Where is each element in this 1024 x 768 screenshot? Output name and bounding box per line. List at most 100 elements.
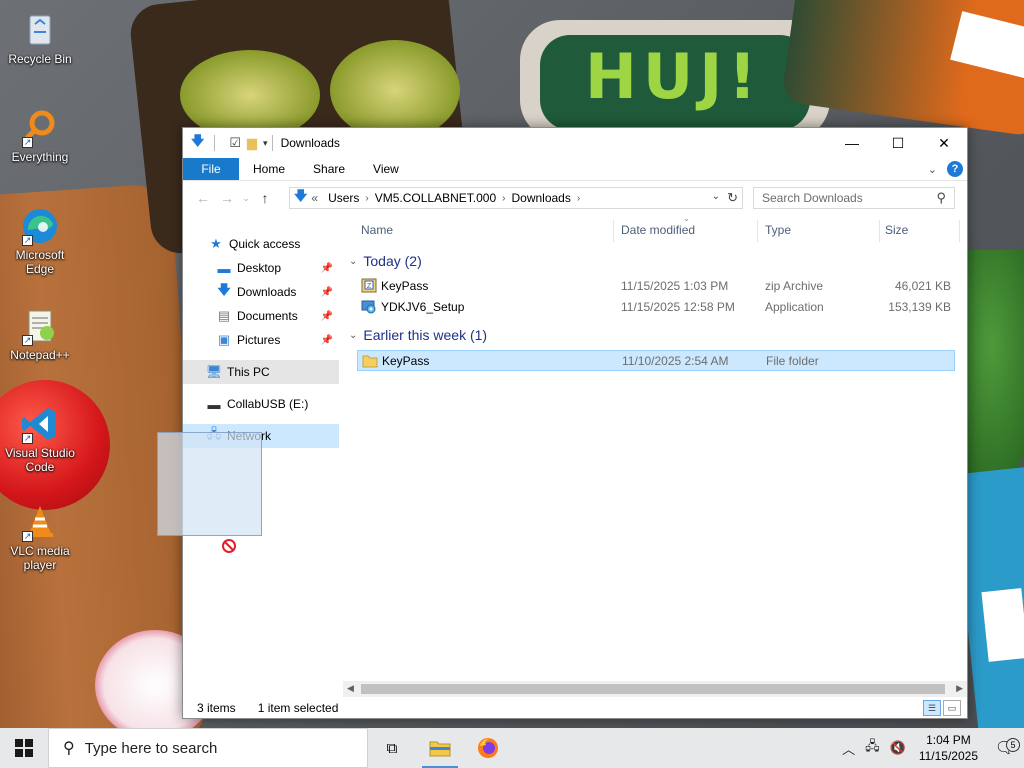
file-row-selected[interactable]: KeyPass 11/10/2025 2:54 AM File folder: [357, 350, 955, 371]
title-bar[interactable]: 🡇 ☑ ▆ ▾ Downloads — ☐ ✕: [183, 128, 967, 158]
expand-ribbon-chevron-icon[interactable]: ⌄: [928, 163, 937, 176]
pin-icon[interactable]: 📌: [321, 287, 333, 298]
computer-icon: 🖥: [205, 364, 223, 379]
wallpaper-greens: [960, 250, 1024, 490]
start-button[interactable]: [0, 728, 48, 768]
file-row[interactable]: YDKJV6_Setup 11/15/2025 12:58 PM Applica…: [357, 297, 955, 318]
file-row[interactable]: Z KeyPass 11/15/2025 1:03 PM zip Archive…: [357, 276, 955, 297]
divider: [271, 135, 273, 151]
tab-file[interactable]: File: [183, 158, 239, 180]
desktop-icon-recycle-bin[interactable]: Recycle Bin: [2, 10, 78, 66]
tab-view[interactable]: View: [359, 158, 413, 180]
help-icon[interactable]: ?: [947, 161, 963, 177]
ribbon-tab-bar: File Home Share View ⌄ ?: [183, 158, 967, 181]
forward-button[interactable]: →: [215, 190, 239, 206]
pictures-icon: ▣: [217, 332, 231, 347]
scroll-left-icon[interactable]: ◀: [347, 683, 354, 694]
pin-icon[interactable]: 📌: [321, 335, 333, 346]
breadcrumb-user-folder[interactable]: VM5.COLLABNET.000: [375, 191, 496, 205]
chevron-right-icon[interactable]: ›: [502, 193, 505, 204]
large-icons-view-icon[interactable]: ▭: [943, 700, 961, 716]
vscode-icon: ↗: [20, 404, 60, 444]
close-button[interactable]: ✕: [921, 128, 967, 158]
sidebar-item-this-pc[interactable]: 🖥 This PC: [183, 360, 339, 384]
desktop-icon-label: Notepad++: [10, 348, 70, 362]
column-header-date-modified[interactable]: Date modified: [621, 223, 695, 237]
refresh-icon[interactable]: ↻: [727, 190, 738, 206]
group-header-earlier-this-week[interactable]: ⌄ Earlier this week (1): [349, 325, 487, 345]
recent-locations-chevron-icon[interactable]: ⌄: [239, 193, 253, 204]
file-explorer-icon: [429, 741, 451, 757]
task-view-button[interactable]: ⧉: [368, 728, 416, 768]
scroll-right-icon[interactable]: ▶: [956, 683, 963, 694]
star-icon: ★: [210, 236, 222, 251]
item-count: 3 items: [197, 701, 236, 715]
customize-toolbar-chevron-icon[interactable]: ▾: [263, 138, 268, 149]
chevron-down-icon[interactable]: ⌄: [349, 330, 357, 341]
folder-icon: [362, 355, 378, 368]
pin-icon[interactable]: 📌: [321, 263, 333, 274]
breadcrumb-downloads[interactable]: Downloads: [511, 191, 570, 205]
sidebar-item-usb-drive[interactable]: ▬ CollabUSB (E:): [183, 392, 339, 416]
download-arrow-icon[interactable]: 🡇: [191, 132, 204, 154]
column-divider[interactable]: [879, 220, 880, 242]
sidebar-item-documents[interactable]: ▤ Documents 📌: [183, 304, 339, 328]
new-folder-icon[interactable]: ▆: [247, 135, 257, 151]
search-input[interactable]: [762, 191, 922, 205]
column-divider[interactable]: [959, 220, 960, 242]
desktop-icon-edge[interactable]: ↗ Microsoft Edge: [2, 206, 78, 276]
network-status-icon[interactable]: 🖧: [860, 737, 885, 759]
scrollbar-thumb[interactable]: [361, 684, 945, 694]
horizontal-scrollbar[interactable]: ◀ ▶: [343, 681, 967, 697]
taskbar-file-explorer[interactable]: [416, 728, 464, 768]
action-center-button[interactable]: 🗨 5: [986, 738, 1024, 758]
pin-icon[interactable]: 📌: [321, 311, 333, 322]
maximize-button[interactable]: ☐: [875, 128, 921, 158]
taskbar-search-box[interactable]: ⚲ Type here to search: [48, 728, 368, 768]
properties-icon[interactable]: ☑: [229, 135, 241, 151]
chevron-right-icon[interactable]: ›: [577, 193, 580, 204]
chevron-down-icon[interactable]: ⌄: [349, 256, 357, 267]
file-date: 11/15/2025 12:58 PM: [621, 300, 735, 314]
taskbar-clock[interactable]: 1:04 PM 11/15/2025: [911, 732, 986, 764]
column-header-type[interactable]: Type: [765, 223, 791, 237]
back-button[interactable]: ←: [191, 190, 215, 206]
column-divider[interactable]: [757, 220, 758, 242]
divider: [214, 135, 216, 151]
sidebar-item-quick-access[interactable]: ★ Quick access: [183, 232, 339, 256]
address-bar[interactable]: 🡇 « Users › VM5.COLLABNET.000 › Download…: [289, 187, 743, 209]
address-history-chevron-icon[interactable]: ⌄: [712, 191, 720, 202]
vlc-icon: ↗: [20, 502, 60, 542]
minimize-button[interactable]: —: [829, 128, 875, 158]
column-header-name[interactable]: Name: [361, 223, 393, 237]
status-bar: 3 items 1 item selected ☰ ▭: [183, 698, 967, 718]
sidebar-item-label: Desktop: [237, 261, 282, 275]
breadcrumb-users[interactable]: Users: [328, 191, 359, 205]
window-title: Downloads: [280, 136, 340, 150]
show-hidden-icons-chevron-icon[interactable]: ︿: [837, 739, 860, 758]
file-size: 46,021 KB: [894, 279, 951, 293]
group-header-today[interactable]: ⌄ Today (2): [349, 251, 422, 271]
search-box[interactable]: ⚲: [753, 187, 955, 209]
tab-home[interactable]: Home: [239, 158, 299, 180]
sidebar-item-desktop[interactable]: ▬ Desktop 📌: [183, 256, 339, 280]
volume-muted-icon[interactable]: 🔇: [885, 740, 911, 756]
chevron-right-icon[interactable]: ›: [365, 193, 368, 204]
file-size: 153,139 KB: [888, 300, 951, 314]
column-divider[interactable]: [613, 220, 614, 242]
sidebar-item-pictures[interactable]: ▣ Pictures 📌: [183, 328, 339, 352]
desktop-icon-vlc[interactable]: ↗ VLC media player: [2, 502, 78, 572]
sidebar-item-label: Downloads: [237, 285, 297, 299]
column-header-size[interactable]: Size: [885, 223, 908, 237]
shortcut-arrow-icon: ↗: [22, 531, 33, 542]
breadcrumb-overflow[interactable]: «: [311, 191, 318, 205]
up-button[interactable]: ↑: [253, 190, 277, 206]
tab-share[interactable]: Share: [299, 158, 359, 180]
selection-count: 1 item selected: [257, 701, 339, 715]
desktop-icon-everything[interactable]: ↗ Everything: [2, 108, 78, 164]
sidebar-item-downloads[interactable]: 🡇 Downloads 📌: [183, 280, 339, 304]
desktop-icon-notepad-plus-plus[interactable]: ↗ Notepad++: [2, 306, 78, 362]
taskbar-firefox[interactable]: [464, 728, 512, 768]
desktop-icon-vscode[interactable]: ↗ Visual Studio Code: [2, 404, 78, 474]
details-view-icon[interactable]: ☰: [923, 700, 941, 716]
